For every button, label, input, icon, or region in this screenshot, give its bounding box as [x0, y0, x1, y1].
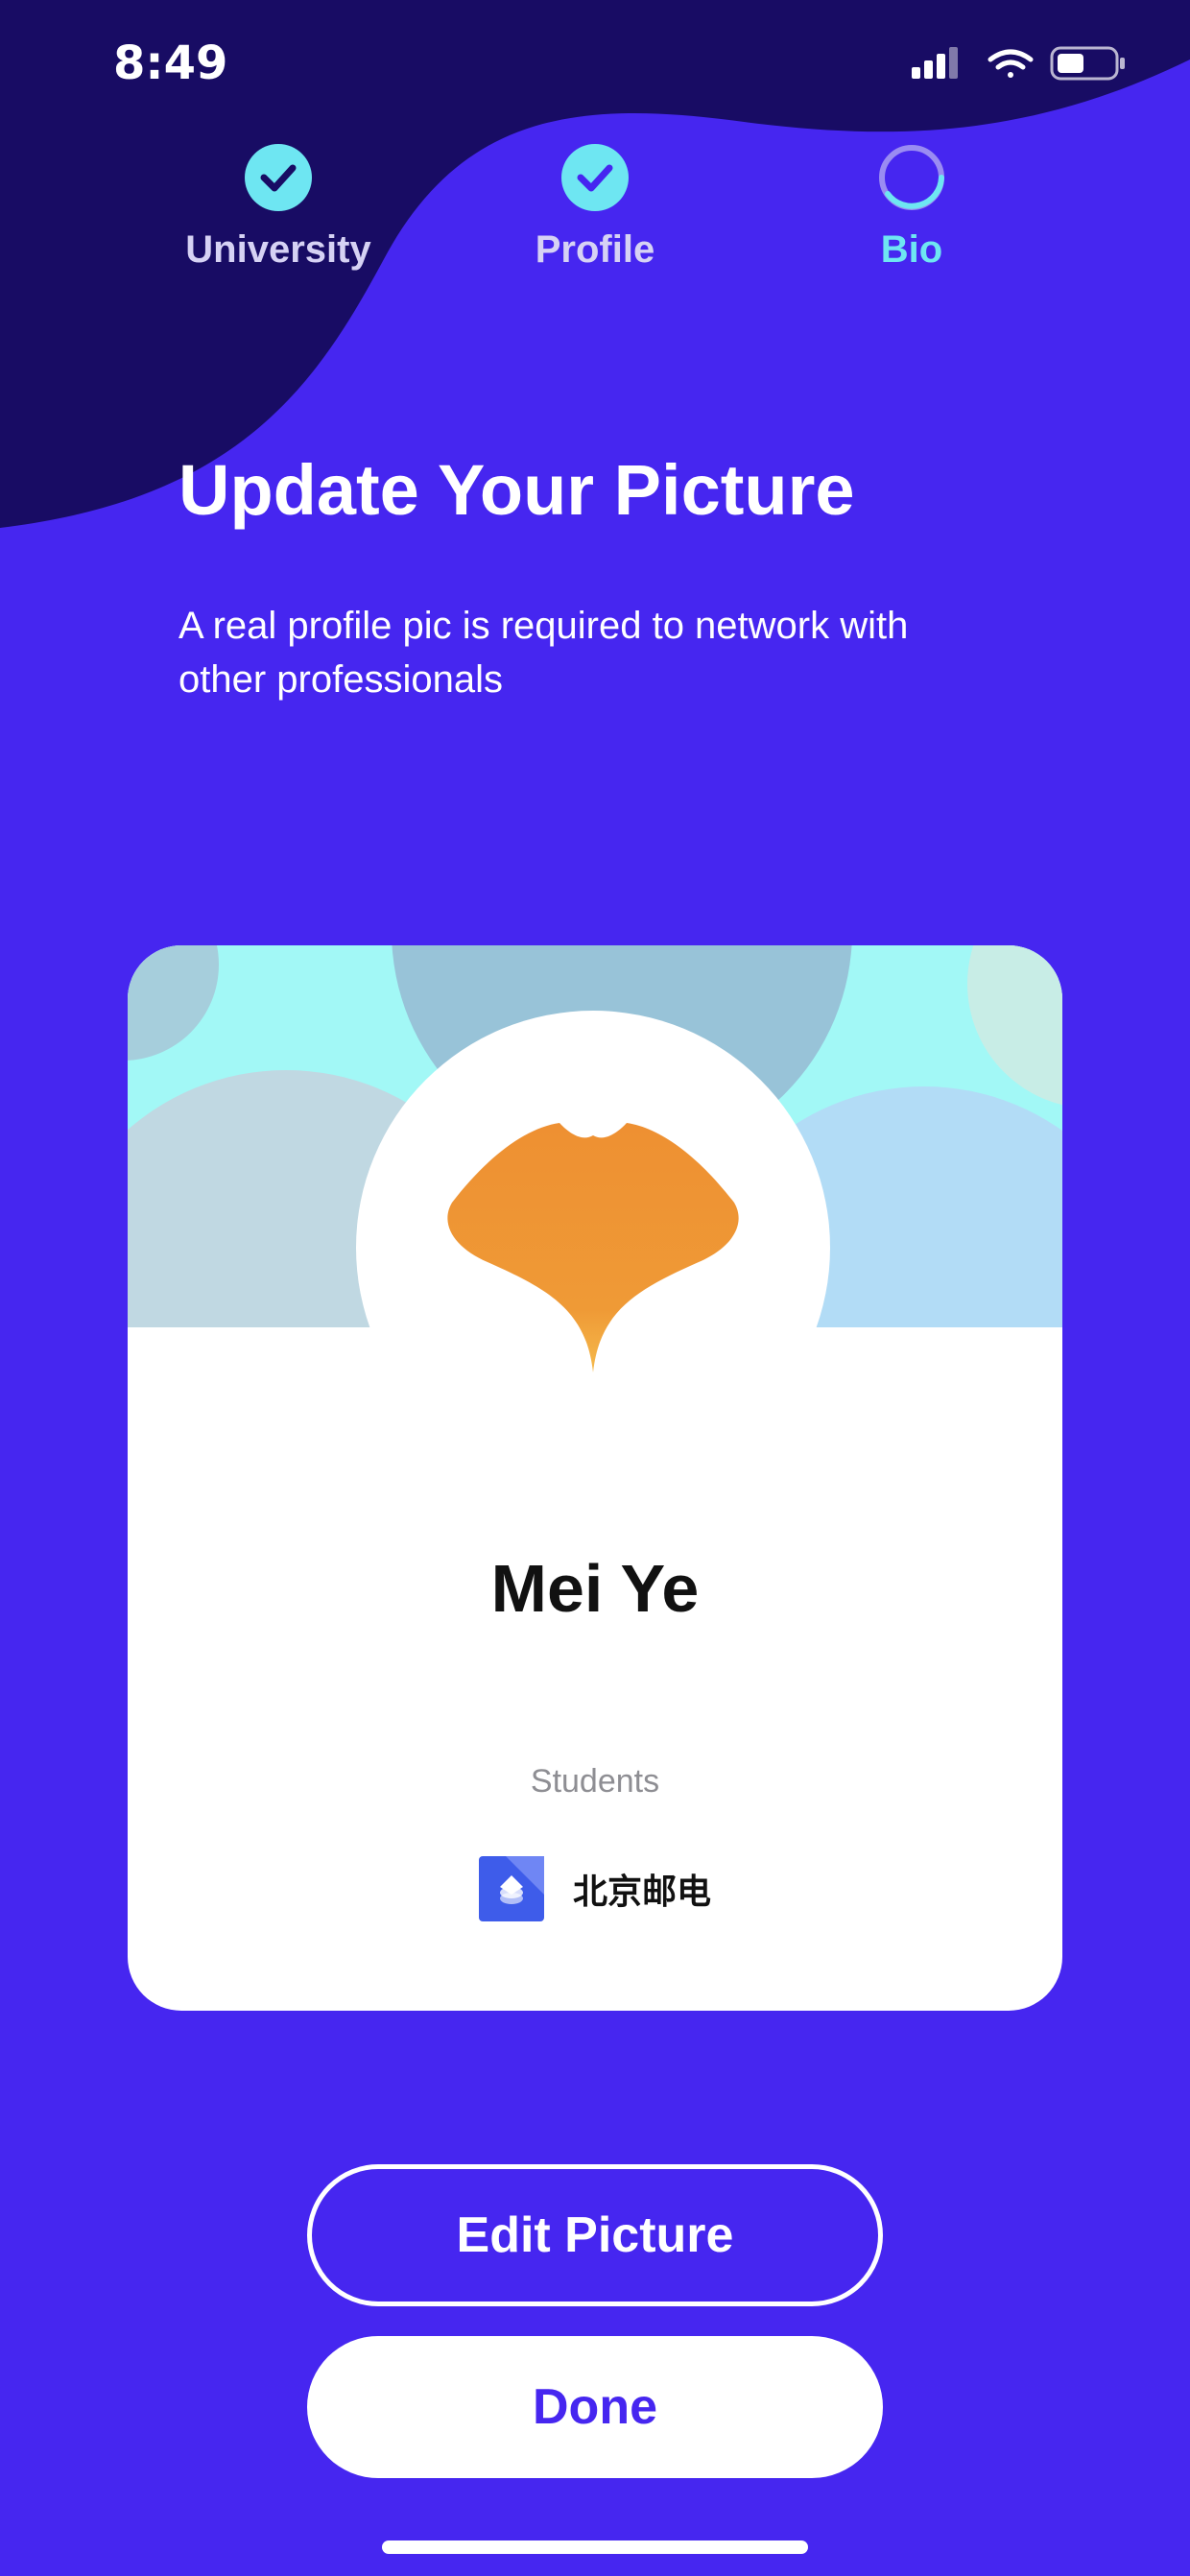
page-title: Update Your Picture: [178, 450, 855, 530]
status-icons: [912, 46, 1125, 81]
step-label: Bio: [880, 228, 943, 271]
profile-card: Mei Ye Students 北京邮电: [128, 945, 1062, 2011]
wifi-icon: [988, 49, 1034, 78]
signal-icon: [912, 47, 958, 79]
ginkgo-logo-icon: [447, 1123, 739, 1372]
organization-name: 北京邮电: [573, 1872, 712, 1912]
step-label: University: [185, 228, 371, 271]
home-indicator: [382, 2540, 808, 2554]
battery-icon: [1050, 46, 1125, 81]
progress-ring-icon: [879, 145, 944, 210]
status-time: 8:49: [113, 36, 228, 90]
page-subtitle: A real profile pic is required to networ…: [178, 605, 909, 701]
university-logo-icon: [479, 1856, 544, 1921]
edit-picture-button[interactable]: Edit Picture: [307, 2164, 883, 2306]
profile-name: Mei Ye: [490, 1551, 700, 1626]
profile-role: Students: [530, 1763, 660, 1800]
step-university[interactable]: University: [163, 144, 393, 272]
check-circle-icon: [561, 144, 629, 211]
profile-organization: 北京邮电: [479, 1855, 711, 1922]
check-circle-icon: [245, 144, 312, 211]
done-button[interactable]: Done: [307, 2336, 883, 2478]
step-bio[interactable]: Bio: [797, 144, 1027, 272]
step-label: Profile: [535, 228, 655, 271]
step-profile[interactable]: Profile: [480, 144, 710, 272]
